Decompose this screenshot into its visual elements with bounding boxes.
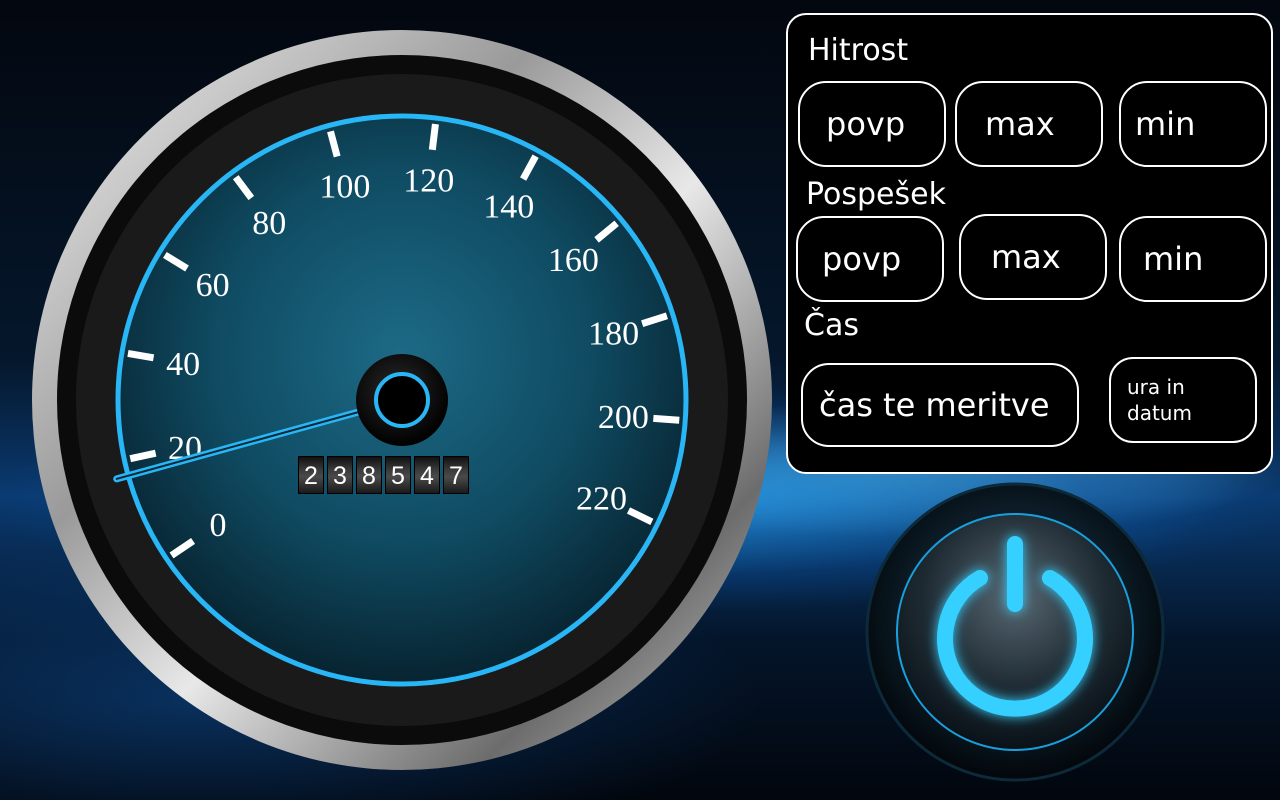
gauge-tick-label: 140 [483,188,534,225]
speed-min-button[interactable]: min [1119,81,1267,167]
gauge-tick [127,350,155,362]
odometer: 238547 [298,456,469,494]
gauge-hub-ring [374,372,430,428]
odometer-digit: 7 [443,456,469,494]
acceleration-max-button[interactable]: max [959,214,1107,300]
gauge-tick-label: 40 [166,346,200,383]
gauge-tick-label: 100 [319,168,370,205]
acceleration-label: Pospešek [806,177,946,212]
stats-panel: Hitrost povp max min Pospešek povp max m… [786,13,1273,474]
acceleration-min-button[interactable]: min [1119,216,1267,302]
odometer-digit: 2 [298,456,324,494]
gauge-tick-label: 60 [196,267,230,304]
measurement-time-button[interactable]: čas te meritve [801,363,1079,447]
acceleration-avg-button[interactable]: povp [796,216,944,302]
speed-label: Hitrost [808,33,909,68]
gauge-tick-label: 160 [548,242,599,279]
odometer-digit: 4 [414,456,440,494]
odometer-digit: 5 [385,456,411,494]
gauge-tick-label: 200 [598,399,649,436]
gauge-tick-label: 80 [252,205,286,242]
speed-max-button[interactable]: max [955,81,1103,167]
odometer-digit: 8 [356,456,382,494]
clock-date-line1: ura in [1127,375,1185,399]
power-button[interactable] [865,482,1165,782]
odometer-digit: 3 [327,456,353,494]
gauge-tick-label: 180 [588,316,639,353]
time-label: Čas [804,308,859,343]
speedometer-gauge: 020406080100 120140160180200220 [32,30,772,770]
gauge-tick [428,123,439,151]
gauge-tick-label: 0 [209,507,226,544]
speed-avg-button[interactable]: povp [798,81,946,167]
gauge-tick-label: 120 [403,163,454,200]
gauge-tick [653,414,680,424]
clock-date-line2: datum [1127,401,1192,425]
gauge-tick-label: 220 [576,480,627,517]
clock-date-button[interactable]: ura in datum [1109,357,1257,443]
